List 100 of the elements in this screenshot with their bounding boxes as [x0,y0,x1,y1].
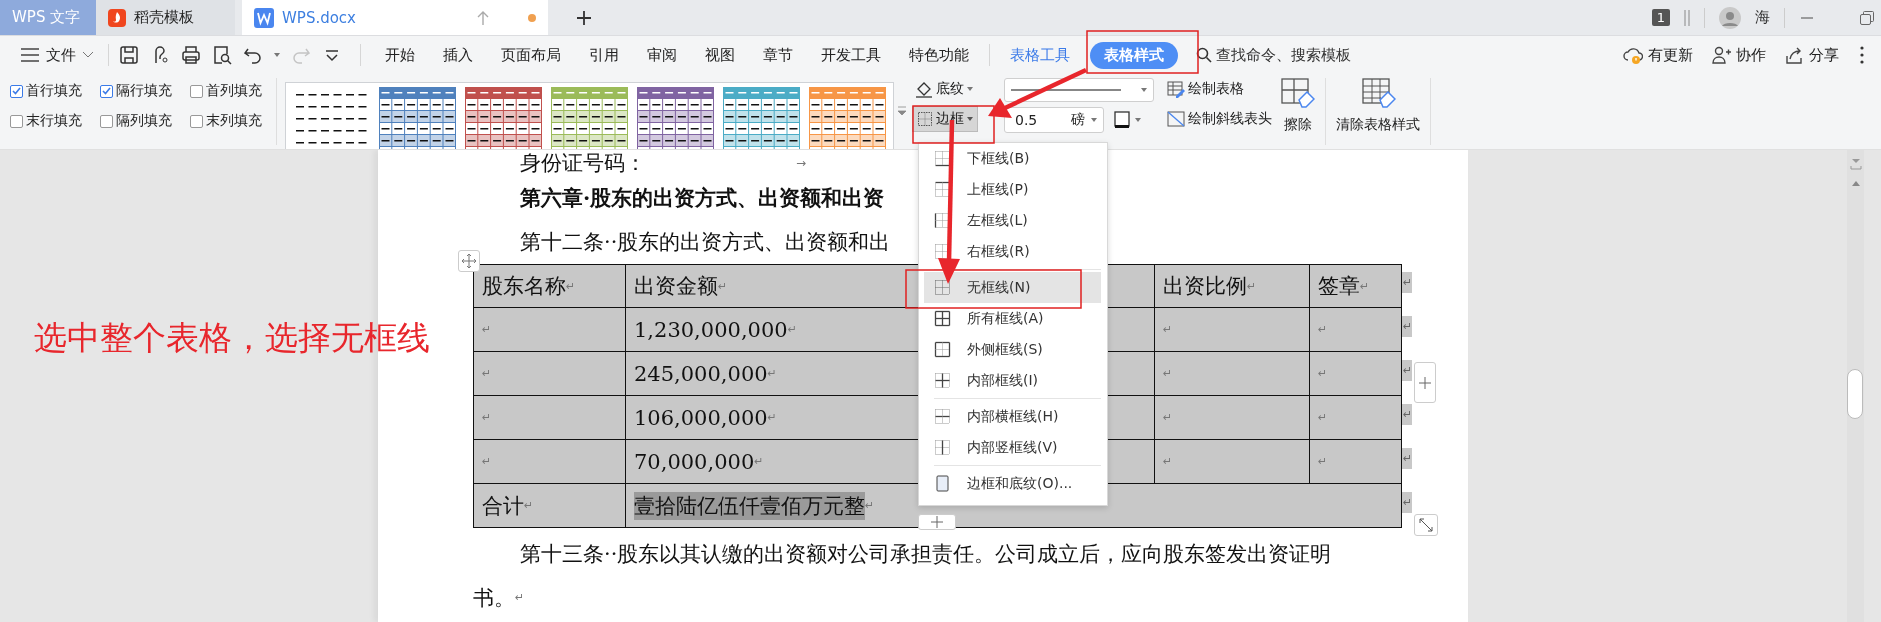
fill-checkbox[interactable]: 隔列填充 [100,112,172,130]
eraser-icon [1281,78,1315,110]
ribbon-tab[interactable]: 章节 [749,41,807,69]
toolbar-action[interactable]: 有更新 [1619,43,1697,67]
checkbox[interactable] [100,114,113,128]
ribbon-tab[interactable]: 表格工具 [996,41,1084,69]
checkbox[interactable] [10,114,23,128]
table-style-thumbnail[interactable] [809,87,886,149]
ribbon-tab[interactable]: 审阅 [633,41,691,69]
checkbox[interactable] [190,114,203,128]
fill-checkbox[interactable]: 末行填充 [10,112,82,130]
document-tab[interactable]: 稻壳模板 [96,0,235,35]
page-border-icon [934,475,951,492]
avatar-icon[interactable] [1719,6,1741,29]
upload-arrow-icon [476,9,490,26]
user-name[interactable]: 海 [1755,8,1770,27]
row-end-mark: ↵ [1402,360,1413,381]
fill-checkbox[interactable]: 隔行填充 [100,82,172,100]
ribbon-tab[interactable]: 引用 [575,41,633,69]
border-style-icon [934,439,951,456]
border-style-icon [934,310,951,327]
ribbon-tab[interactable]: 开发工具 [807,41,895,69]
menu-item[interactable]: 内部框线(I) [924,365,1101,396]
border-style-icon [934,150,951,167]
scroll-up-icon[interactable] [1851,180,1860,186]
checkbox[interactable] [190,84,203,98]
command-search[interactable]: 查找命令、搜索模板 [1192,43,1355,67]
share-icon [1784,45,1804,65]
ribbon-tab[interactable]: 开始 [371,41,429,69]
solid-line-icon [1011,88,1121,92]
border-style-icon [934,372,951,389]
menu-item[interactable]: 下框线(B) [924,143,1101,174]
draw-diagonal-header-button[interactable]: 绘制斜线表头 [1164,108,1275,130]
toolbar-action[interactable]: 协作 [1707,43,1770,67]
table-cell: ↵ [1310,396,1402,440]
caret-icon [967,117,973,121]
ribbon-tab[interactable]: 页面布局 [487,41,575,69]
new-tab-icon[interactable] [576,9,592,26]
table-style-thumbnail[interactable] [551,87,628,149]
menu-item[interactable]: 内部横框线(H) [924,401,1101,432]
checkbox[interactable] [10,84,23,98]
fill-checkbox[interactable]: 首行填充 [10,82,82,100]
print-preview-icon[interactable] [212,45,232,65]
file-menu[interactable]: 文件 [16,43,98,67]
save-icon[interactable] [119,45,139,65]
print-icon[interactable] [181,45,201,65]
menu-item[interactable]: 无框线(N) [924,272,1101,303]
ribbon-tab[interactable]: 插入 [429,41,487,69]
table-cell: ↵ [473,308,626,352]
cloud-update-icon [1623,45,1643,65]
more-icon[interactable] [1859,45,1865,65]
table-style-thumbnail[interactable] [637,87,714,149]
fill-checkbox[interactable]: 首列填充 [190,82,262,100]
menu-item[interactable]: 上框线(P) [924,174,1101,205]
row-end-mark: ↵ [1402,272,1413,293]
paint-bucket-icon [915,80,933,98]
table-cell: ↵ [1310,308,1402,352]
scroll-thumb[interactable] [1847,369,1863,419]
body-text: 身份证号码： [520,151,646,175]
scrollbar[interactable] [1847,150,1864,622]
checkbox[interactable] [100,84,113,98]
table-cell: ↵ [1155,440,1310,484]
row-end-mark: ↵ [1402,316,1413,337]
shading-button[interactable]: 底纹 [912,78,978,100]
line-style-dropdown[interactable] [1004,78,1154,102]
clear-table-style-button[interactable]: 清除表格样式 [1330,74,1426,149]
border-style-icon [934,408,951,425]
table-move-handle[interactable] [458,250,480,272]
body-text: 书。 [473,586,515,610]
table-style-thumbnail[interactable] [465,87,542,149]
border-color-icon[interactable] [1114,111,1142,129]
erase-button[interactable]: 擦除 [1275,74,1321,149]
diagonal-cell-icon [1167,110,1185,128]
plus-icon [1419,376,1431,389]
gallery-more-icon[interactable] [898,105,906,118]
chapter-heading: 第六章·股东的出资方式、出资额和出资 [520,186,885,210]
plus-icon [931,516,943,528]
ribbon-tab[interactable]: 视图 [691,41,749,69]
annotation-text: 选中整个表格，选择无框线 [34,317,430,359]
bars-icon [1684,8,1690,27]
caret-icon [967,87,973,91]
docer-logo-icon [108,8,126,27]
document-tab[interactable]: WPS.docx [242,0,548,35]
body-text: 第十二条··股东的出资方式、出资额和出 [520,230,891,254]
table-cell: ↵ [1155,308,1310,352]
restore-icon[interactable] [1859,9,1875,26]
table-cell: 股东名称↵ [473,264,626,308]
ribbon-tab[interactable]: 特色功能 [895,41,983,69]
resize-handle[interactable] [1414,514,1438,536]
table-cell: ↵ [473,396,626,440]
menu-item[interactable]: 左框线(L) [924,205,1101,236]
fill-checkbox[interactable]: 末列填充 [190,112,262,130]
toolbar-action[interactable]: 分享 [1780,43,1843,67]
line-width-field[interactable]: 0.5 磅 [1004,107,1104,133]
row-end-mark: ↵ [1402,404,1413,425]
draw-table-button[interactable]: 绘制表格 [1164,78,1275,100]
table-style-thumbnail[interactable] [723,87,800,149]
table-style-thumbnail[interactable] [379,87,456,149]
table-cell: 出资比例↵ [1155,264,1310,308]
add-person-icon [1711,45,1731,65]
